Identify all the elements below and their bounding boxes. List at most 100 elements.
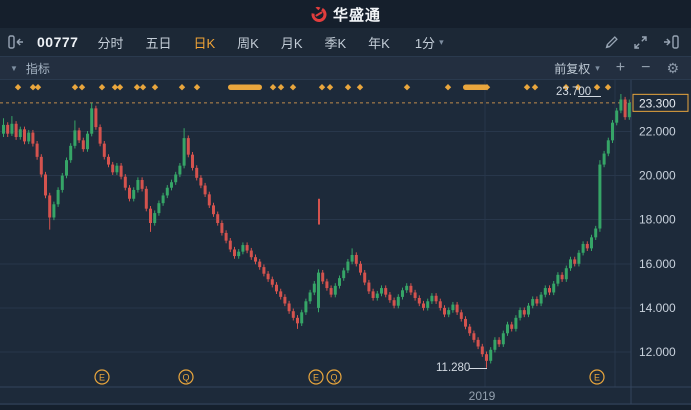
candle-body <box>220 223 224 233</box>
candle-body <box>312 283 316 293</box>
event-pill-marker[interactable] <box>228 84 262 91</box>
candle-body <box>65 160 68 176</box>
zoom-out-button[interactable]: − <box>641 60 650 76</box>
candle-body <box>350 254 354 262</box>
candle-body <box>115 165 119 173</box>
candle-body <box>443 307 446 315</box>
candle-body <box>275 284 278 292</box>
candle-body <box>392 300 396 306</box>
candle-body <box>438 301 442 308</box>
y-axis-tick-label: 22.000 <box>639 125 676 139</box>
candle-body <box>354 254 358 264</box>
gear-icon[interactable]: ⚙ <box>666 60 679 77</box>
collapse-left-panel-icon[interactable] <box>8 35 25 49</box>
candle-body <box>363 272 367 283</box>
tab-period-4[interactable]: 周K <box>226 33 270 52</box>
candle-body <box>128 187 131 199</box>
event-pill-marker[interactable] <box>463 84 488 91</box>
candle-body <box>182 138 186 166</box>
candle-body <box>245 245 249 251</box>
candle-body <box>23 129 26 142</box>
candle-body <box>291 311 295 318</box>
candle-body <box>174 174 178 183</box>
candle-body <box>602 153 606 165</box>
candle-body <box>539 294 543 304</box>
minute-period-select[interactable]: 1分 ▾ <box>415 33 444 52</box>
report-marker-letter: Q <box>182 372 189 382</box>
candle-body <box>371 291 375 298</box>
minute-period-label: 1分 <box>414 35 436 51</box>
candle-body <box>56 189 60 205</box>
tab-period-5[interactable]: 月K <box>270 33 314 52</box>
candle-body <box>623 99 627 118</box>
indicator-toggle[interactable]: ▼ 指标 <box>10 60 50 77</box>
candle-body <box>279 291 283 297</box>
candle-body <box>409 285 413 293</box>
adjust-mode-select[interactable]: 前复权 ▾ <box>554 60 600 77</box>
candle-body <box>548 288 551 293</box>
candle-body <box>10 123 14 134</box>
last-price-label: 23.300 <box>639 96 676 110</box>
tab-period-1[interactable]: 分时 <box>86 33 134 52</box>
huashengtong-app: E Q E Q E 22.000 20.000 18.000 16.000 14.000 12.00… <box>0 0 691 410</box>
low-price-label: 11.280 <box>436 362 470 374</box>
adjust-mode-label: 前复权 <box>554 61 591 76</box>
app-name: 华盛通 <box>332 6 381 24</box>
candle-body <box>552 283 556 293</box>
candle-body <box>233 249 236 257</box>
candle-body <box>149 208 152 224</box>
candle-body <box>94 108 98 128</box>
collapse-right-panel-icon[interactable] <box>662 35 679 49</box>
tab-period-7[interactable]: 年K <box>357 33 401 52</box>
flame-logo-icon <box>310 5 328 23</box>
fullscreen-expand-icon[interactable] <box>633 35 648 50</box>
candle-body <box>606 140 610 154</box>
candle-body <box>132 189 136 199</box>
candle-body <box>573 259 577 264</box>
candle-body <box>102 143 106 157</box>
candle-body <box>203 185 207 195</box>
candle-body <box>611 122 614 141</box>
candle-body <box>346 261 350 271</box>
report-marker-letter: Q <box>330 372 337 382</box>
candle-body <box>6 124 10 134</box>
candle-body <box>501 333 505 345</box>
candle-body <box>191 154 194 168</box>
candle-body <box>77 130 81 141</box>
candle-body <box>338 278 341 286</box>
candle-body <box>216 214 220 224</box>
candle-body <box>615 110 619 123</box>
candle-body <box>627 102 631 118</box>
tab-period-6[interactable]: 季K <box>313 33 357 52</box>
candle-body <box>510 324 514 329</box>
candle-body <box>388 294 392 301</box>
candle-body <box>81 140 85 150</box>
tab-period-3[interactable]: 日K <box>182 33 226 52</box>
candle-body <box>506 324 509 334</box>
candle-body <box>300 312 304 324</box>
candle-body <box>564 268 568 280</box>
candle-body <box>472 333 476 340</box>
candle-body <box>165 187 169 196</box>
candle-body <box>119 165 123 177</box>
candle-body <box>426 301 430 308</box>
y-axis-tick-label: 16.000 <box>639 257 676 271</box>
report-marker-letter: E <box>313 372 319 382</box>
candle-body <box>254 257 257 262</box>
candle-body <box>560 274 564 280</box>
candle-body <box>594 228 598 238</box>
chart-toolbar: 00777 分时 五日 日K 周K 月K 季K 年K 1分 ▾ <box>0 28 691 56</box>
stock-code[interactable]: 00777 <box>37 34 78 50</box>
candle-body <box>590 237 593 249</box>
draw-pencil-icon[interactable] <box>604 35 619 50</box>
candle-body <box>249 250 253 258</box>
candle-body <box>535 299 539 304</box>
candle-body <box>111 164 115 173</box>
chevron-down-icon: ▾ <box>595 62 600 73</box>
zoom-in-button[interactable]: + <box>616 60 625 76</box>
candle-body <box>480 346 484 355</box>
tab-period-2[interactable]: 五日 <box>134 33 182 52</box>
candle-body <box>585 243 589 249</box>
candle-body <box>485 354 488 361</box>
candle-body <box>455 304 459 313</box>
